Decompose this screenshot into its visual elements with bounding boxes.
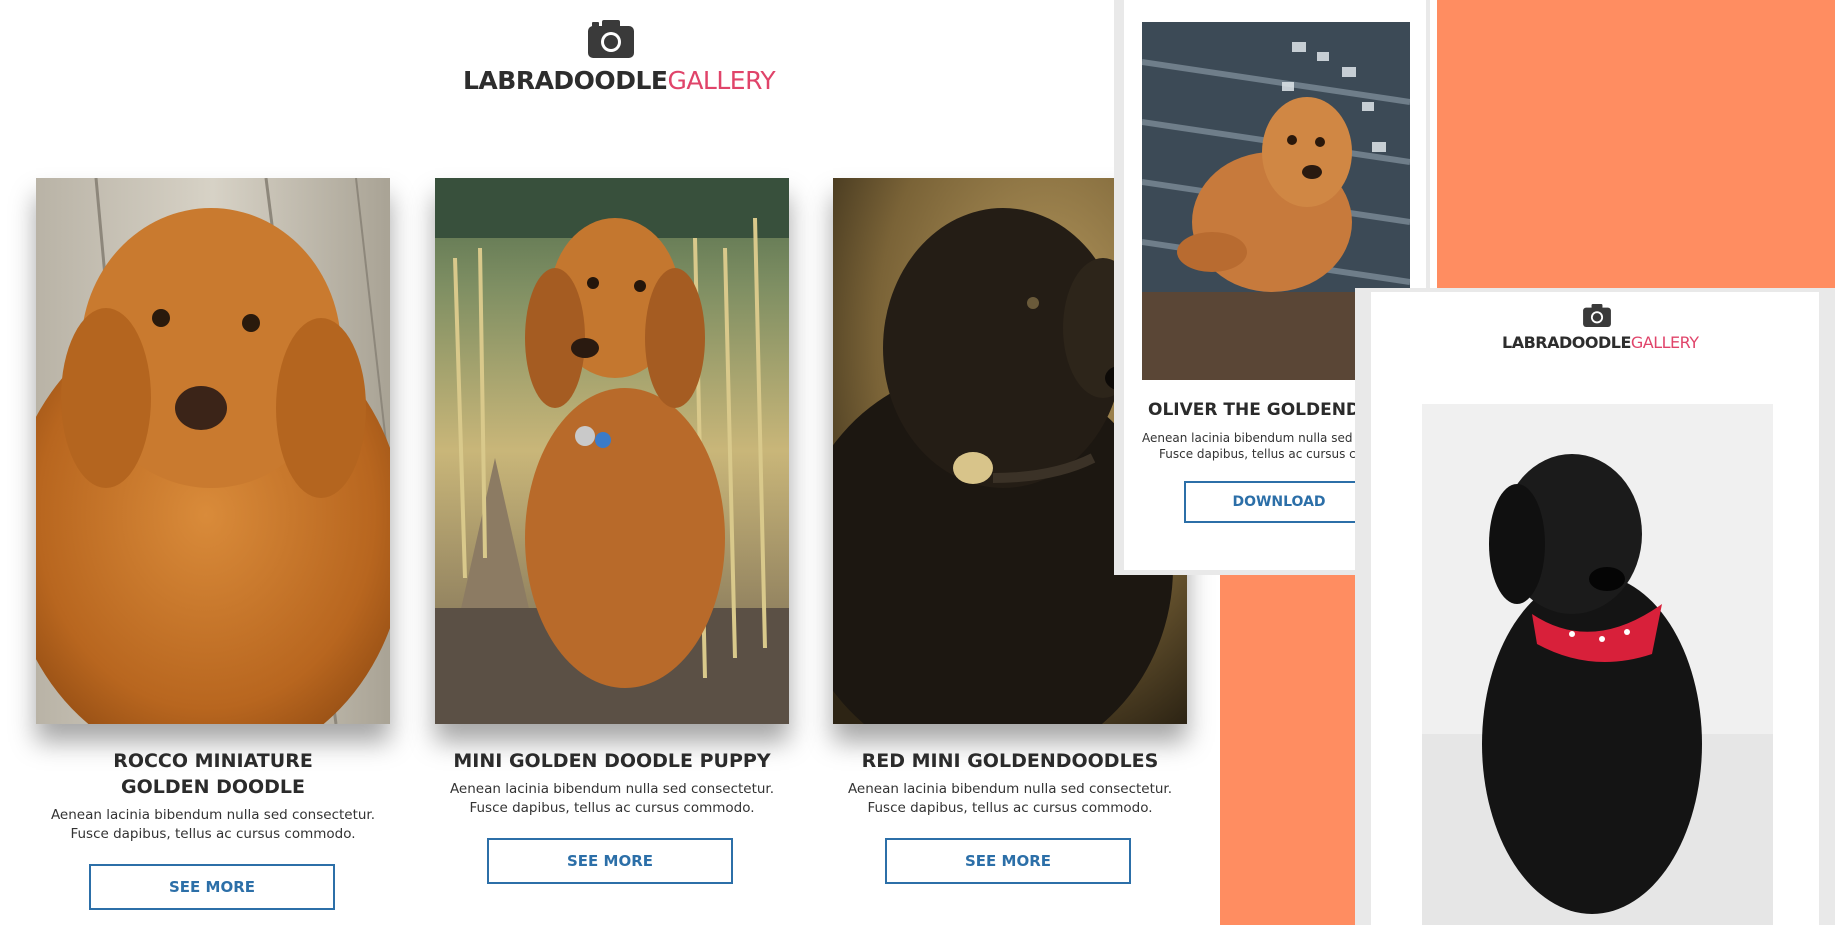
mobile-panel: LABRADOODLEGALLERY [1371, 292, 1819, 925]
detail-title: OLIVER THE GOLDENDO [1148, 400, 1375, 420]
gallery-card-2: MINI GOLDEN DOODLE PUPPY Aenean lacinia … [435, 178, 789, 918]
camera-icon [588, 20, 634, 58]
dog-photo-black-bandana[interactable] [1422, 404, 1773, 925]
see-more-button[interactable]: SEE MORE [885, 838, 1131, 884]
dog-photo-rocco[interactable] [36, 178, 390, 724]
orange-backdrop-top [1437, 0, 1835, 295]
detail-text-line-2: Fusce dapibus, tellus ac cursus com [1159, 447, 1375, 461]
logo-text-accent: GALLERY [1630, 333, 1699, 352]
mobile-logo[interactable]: LABRADOODLEGALLERY [1502, 333, 1699, 352]
logo-text-accent: GALLERY [667, 66, 776, 95]
site-logo[interactable]: LABRADOODLEGALLERY [463, 66, 776, 95]
card-description: Aenean lacinia bibendum nulla sed consec… [847, 781, 1173, 816]
card-title: ROCCO MINIATURE GOLDEN DOODLE [113, 750, 313, 798]
orange-backdrop-bottom [1220, 565, 1360, 925]
logo-text-primary: LABRADOODLE [1502, 333, 1631, 352]
download-button[interactable]: DOWNLOAD [1184, 481, 1374, 523]
logo-text-primary: LABRADOODLE [463, 66, 668, 95]
dog-photo-mini-golden[interactable] [435, 178, 789, 724]
card-description: Aenean lacinia bibendum nulla sed consec… [50, 807, 376, 842]
see-more-button[interactable]: SEE MORE [89, 864, 335, 910]
card-title: MINI GOLDEN DOODLE PUPPY [453, 750, 771, 772]
detail-text-line-1: Aenean lacinia bibendum nulla sed co [1142, 431, 1371, 445]
gallery-header: LABRADOODLEGALLERY [0, 0, 1222, 120]
card-description: Aenean lacinia bibendum nulla sed consec… [449, 781, 775, 816]
card-title: RED MINI GOLDENDOODLES [861, 750, 1159, 772]
gallery-card-1: ROCCO MINIATURE GOLDEN DOODLE Aenean lac… [36, 178, 390, 918]
see-more-button[interactable]: SEE MORE [487, 838, 733, 884]
camera-icon [1583, 304, 1611, 327]
